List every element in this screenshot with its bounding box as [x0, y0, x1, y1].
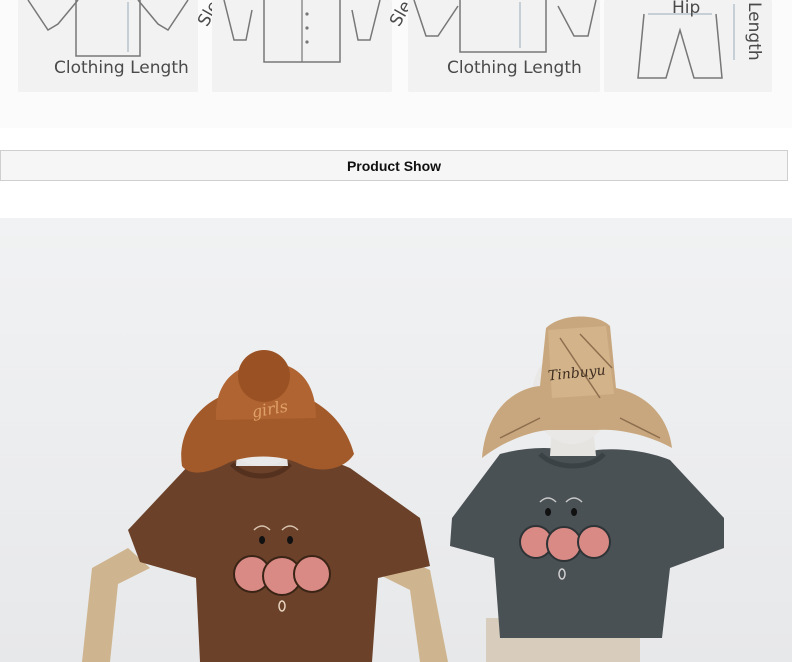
size-guide: Clothing Length Sle Sle Clothing Length … [0, 0, 792, 128]
product-photo: girls Tinbuyu [0, 218, 792, 662]
product-show-title: Product Show [346, 157, 442, 174]
right-cheek-2 [577, 525, 611, 559]
pants-length-label: Length [744, 2, 764, 61]
right-nose [546, 526, 582, 562]
button-shirt-diagram-icon [223, 0, 381, 63]
product-show-header: Product Show [0, 150, 788, 181]
shirt-length-label: Clothing Length [54, 58, 189, 78]
shirt-diagram-icon [27, 0, 189, 57]
pom-pom [238, 350, 290, 402]
product-photo-illustration: girls Tinbuyu [0, 218, 792, 662]
left-cheek-2 [293, 555, 331, 593]
jacket-length-label: Clothing Length [447, 58, 582, 78]
hip-label: Hip [672, 0, 701, 18]
